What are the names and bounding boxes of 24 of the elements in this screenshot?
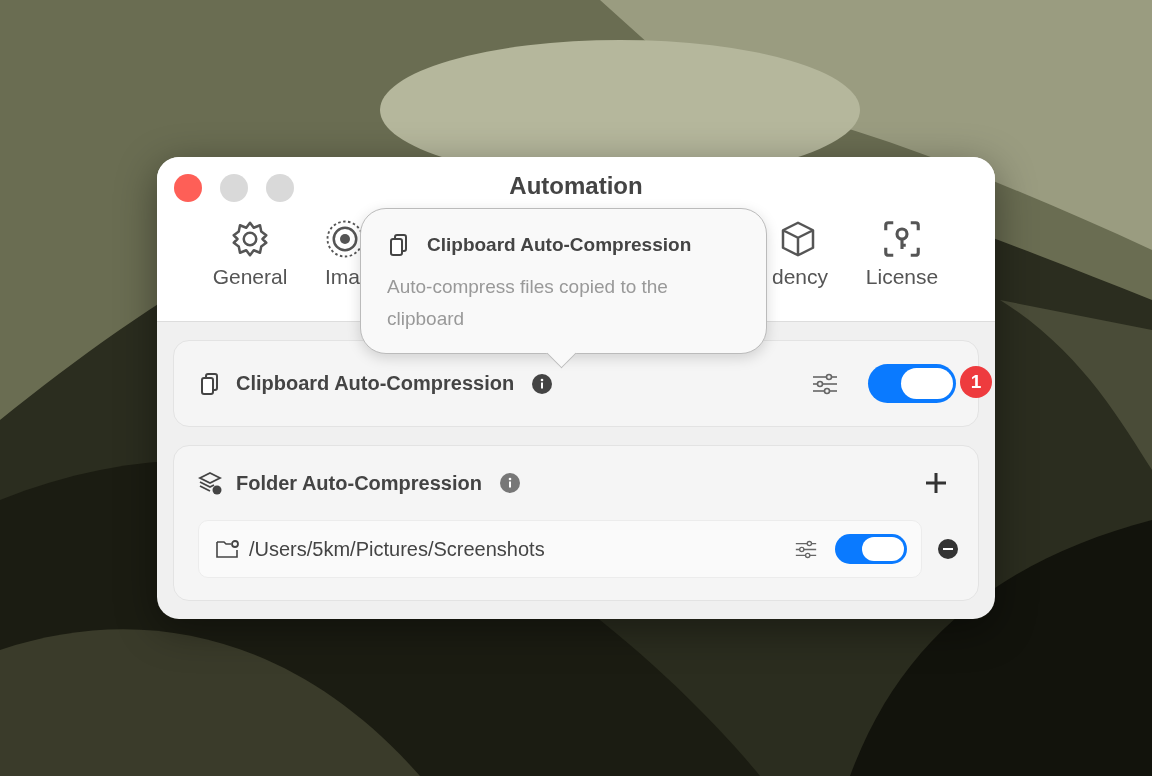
add-icon[interactable] — [924, 471, 948, 495]
tooltip-title: Clipboard Auto-Compression — [427, 234, 692, 256]
close-button[interactable] — [174, 174, 202, 202]
folder-icon — [215, 539, 241, 559]
folder-title: Folder Auto-Compression — [236, 471, 482, 495]
settings-icon[interactable] — [812, 372, 838, 395]
folder-path: /Users/5km/Pictures/Screenshots — [249, 537, 545, 561]
toolbar-tab[interactable]: License — [865, 265, 939, 289]
tooltip-text: Auto-compress files copied to the clipboard — [387, 275, 669, 331]
info-icon[interactable] — [499, 473, 520, 493]
remove-icon[interactable] — [938, 539, 958, 559]
toggle-switch[interactable] — [868, 364, 956, 403]
layers-icon — [198, 471, 222, 495]
settings-icon[interactable] — [795, 539, 817, 559]
notification-badge: 1 — [960, 366, 992, 398]
toolbar-tab[interactable]: General — [212, 265, 288, 289]
toolbar-tab[interactable]: Ima — [325, 265, 360, 289]
toggle-switch[interactable] — [835, 534, 907, 564]
info-icon[interactable] — [532, 373, 553, 394]
key-icon — [882, 219, 922, 259]
clipboard-title: Clipboard Auto-Compression — [236, 372, 515, 395]
gear-icon — [230, 219, 270, 259]
toolbar-tab[interactable]: dency — [772, 265, 829, 289]
window-title: Automation — [509, 172, 643, 200]
